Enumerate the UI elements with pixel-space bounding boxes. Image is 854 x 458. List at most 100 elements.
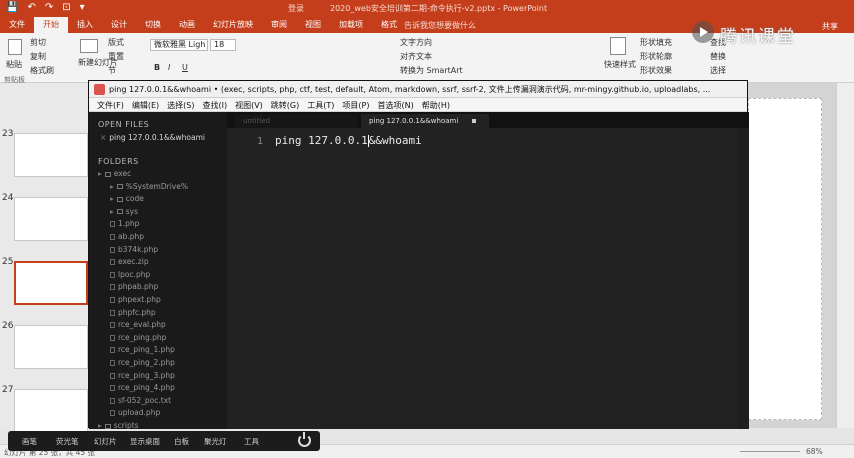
expand-arrow-icon[interactable]: ▸ [110, 194, 114, 203]
editor-scrollbar[interactable] [738, 128, 749, 429]
menu-selection[interactable]: 选择(S) [163, 98, 198, 111]
menu-project[interactable]: 项目(P) [338, 98, 373, 111]
power-icon[interactable] [298, 432, 311, 447]
replace-button[interactable]: 替换 [710, 51, 726, 62]
start-slideshow-icon[interactable]: ⊡ [62, 2, 70, 13]
file-item[interactable]: rce_ping_2.php [110, 358, 175, 367]
section-button[interactable]: 节 [108, 65, 116, 76]
slides-button[interactable]: 幻灯片 [94, 436, 117, 447]
file-item[interactable]: phpab.php [110, 282, 158, 291]
menu-edit[interactable]: 编辑(E) [128, 98, 163, 111]
slide-thumbnail-24[interactable] [14, 197, 88, 241]
file-item[interactable]: rce_eval.php [110, 320, 166, 329]
file-item[interactable]: exec.zip [110, 257, 149, 266]
zoom-level[interactable]: 68% [806, 447, 823, 456]
tab-format[interactable]: 格式 [372, 17, 406, 33]
font-size-select[interactable]: 18 [210, 39, 236, 51]
unsaved-dot-icon[interactable] [472, 119, 477, 123]
tab-animations[interactable]: 动画 [170, 17, 204, 33]
highlighter-button[interactable]: 荧光笔 [56, 436, 79, 447]
folder-item[interactable]: ▸ scripts [98, 421, 139, 429]
file-item[interactable]: upload.php [110, 408, 160, 417]
tab-file[interactable]: 文件 [0, 17, 34, 33]
zoom-slider[interactable] [740, 451, 800, 452]
tab-ping-file[interactable]: ping 127.0.0.1&&whoami [361, 114, 489, 128]
folder-item[interactable]: ▸ %SystemDrive% [110, 182, 188, 191]
tab-review[interactable]: 审阅 [262, 17, 296, 33]
spotlight-button[interactable]: 聚光灯 [204, 436, 227, 447]
file-item[interactable]: lpoc.php [110, 270, 150, 279]
folder-item[interactable]: ▸ exec [98, 169, 131, 178]
underline-button[interactable]: U [182, 63, 188, 72]
open-file-item[interactable]: × ping 127.0.0.1&&whoami [100, 133, 205, 142]
slide-thumbnail-23[interactable] [14, 133, 88, 177]
align-text-button[interactable]: 对齐文本 [400, 51, 432, 62]
close-file-icon[interactable]: × [100, 133, 106, 142]
tab-slideshow[interactable]: 幻灯片放映 [204, 17, 262, 33]
folder-item[interactable]: ▸ sys [110, 207, 138, 216]
font-name-select[interactable]: 微软雅黑 Ligh [150, 39, 208, 51]
undo-icon[interactable]: ↶ [27, 2, 35, 13]
select-button[interactable]: 选择 [710, 65, 726, 76]
paste-icon[interactable] [8, 39, 22, 55]
slide-thumbnail-25[interactable] [14, 261, 88, 305]
tools-button[interactable]: 工具 [244, 436, 259, 447]
slide-thumbnail-27[interactable] [14, 389, 88, 433]
menu-goto[interactable]: 跳转(G) [267, 98, 303, 111]
copy-button[interactable]: 复制 [30, 51, 46, 62]
slide-thumbnail-26[interactable] [14, 325, 88, 369]
expand-arrow-icon[interactable]: ▸ [110, 182, 114, 191]
text-direction-button[interactable]: 文字方向 [400, 37, 432, 48]
layout-button[interactable]: 版式 [108, 37, 124, 48]
folder-item[interactable]: ▸ code [110, 194, 144, 203]
menu-preferences[interactable]: 首选项(N) [373, 98, 417, 111]
slide-canvas-edge[interactable] [748, 98, 822, 420]
quick-styles-icon[interactable] [610, 37, 626, 55]
expand-arrow-icon[interactable]: ▸ [110, 207, 114, 216]
file-item[interactable]: phpfc.php [110, 308, 156, 317]
whiteboard-button[interactable]: 白板 [174, 436, 189, 447]
italic-button[interactable]: I [168, 63, 170, 72]
file-item[interactable]: rce_ping_4.php [110, 383, 175, 392]
file-item[interactable]: 1.php [110, 219, 139, 228]
tab-addins[interactable]: 加载项 [330, 17, 372, 33]
file-item[interactable]: rce_ping.php [110, 333, 166, 342]
file-item[interactable]: ab.php [110, 232, 144, 241]
shape-effects-button[interactable]: 形状效果 [640, 65, 672, 76]
tell-me-box[interactable]: 告诉我您想要做什么 [404, 20, 476, 31]
tab-untitled[interactable]: untitled [235, 114, 357, 128]
menu-file[interactable]: 文件(F) [93, 98, 128, 111]
save-icon[interactable]: 💾 [6, 2, 18, 13]
tab-view[interactable]: 视图 [296, 17, 330, 33]
login-link[interactable]: 登录 [288, 3, 304, 14]
format-painter-button[interactable]: 格式刷 [30, 65, 54, 76]
file-item[interactable]: rce_ping_1.php [110, 345, 175, 354]
tab-design[interactable]: 设计 [102, 17, 136, 33]
redo-icon[interactable]: ↷ [45, 2, 53, 13]
reset-button[interactable]: 重置 [108, 51, 124, 62]
pen-tool-button[interactable]: 画笔 [22, 436, 37, 447]
expand-arrow-icon[interactable]: ▸ [98, 421, 102, 429]
code-line[interactable]: ping 127.0.0.1&&whoami [275, 134, 422, 147]
paste-button[interactable]: 粘贴 [6, 59, 22, 70]
file-item[interactable]: sf-052_poc.txt [110, 396, 171, 405]
show-desktop-button[interactable]: 显示桌面 [130, 436, 160, 447]
shape-outline-button[interactable]: 形状轮廓 [640, 51, 672, 62]
menu-view[interactable]: 视图(V) [231, 98, 267, 111]
tab-transitions[interactable]: 切换 [136, 17, 170, 33]
cut-button[interactable]: 剪切 [30, 37, 46, 48]
new-slide-icon[interactable] [80, 39, 98, 53]
file-item[interactable]: rce_ping_3.php [110, 371, 175, 380]
tab-home[interactable]: 开始 [34, 17, 68, 33]
file-item[interactable]: phpext.php [110, 295, 161, 304]
bold-button[interactable]: B [154, 63, 160, 72]
slide-scrollbar[interactable] [836, 83, 854, 428]
menu-tools[interactable]: 工具(T) [303, 98, 338, 111]
menu-find[interactable]: 查找(I) [198, 98, 231, 111]
menu-help[interactable]: 帮助(H) [418, 98, 454, 111]
file-item[interactable]: b374k.php [110, 245, 158, 254]
convert-smartart-button[interactable]: 转换为 SmartArt [400, 65, 463, 76]
tab-insert[interactable]: 插入 [68, 17, 102, 33]
quick-styles-button[interactable]: 快速样式 [604, 59, 636, 70]
code-editor[interactable]: 1 ping 127.0.0.1&&whoami [227, 128, 738, 429]
